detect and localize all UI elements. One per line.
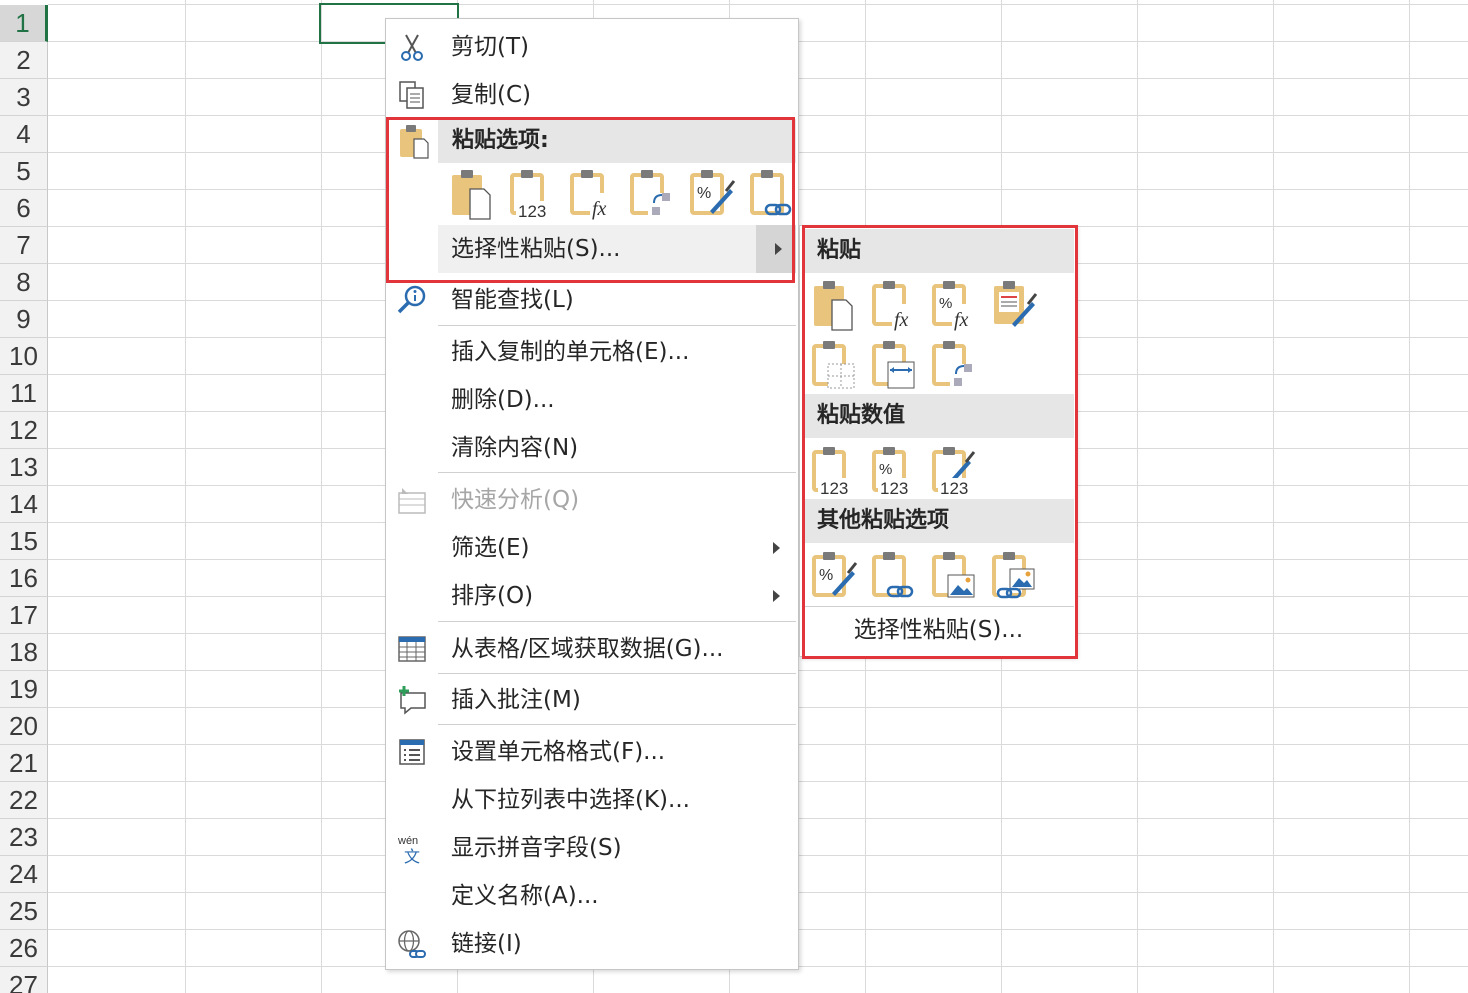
menu-separator (438, 472, 796, 473)
menu-item-pick-from-dropdown[interactable]: 从下拉列表中选择(K)... (386, 776, 798, 824)
menu-item-label: 智能查找(L) (451, 287, 574, 313)
phonetic-wen-text: wén (397, 835, 418, 847)
row-header[interactable]: 26 (0, 930, 48, 967)
menu-item-sort[interactable]: 排序(O) (386, 572, 798, 620)
row-header[interactable]: 4 (0, 116, 48, 153)
row-header[interactable]: 2 (0, 42, 48, 79)
menu-item-filter[interactable]: 筛选(E) (386, 524, 798, 572)
row-header[interactable]: 15 (0, 523, 48, 560)
row-header[interactable]: 27 (0, 967, 48, 993)
column-divider (321, 0, 322, 993)
menu-item-label: 链接(I) (451, 931, 522, 957)
link-globe-icon (396, 928, 428, 960)
menu-item-label: 定义名称(A)... (451, 883, 599, 909)
menu-item-get-data-from-table[interactable]: 从表格/区域获取数据(G)... (386, 625, 798, 673)
menu-item-label: 设置单元格格式(F)... (451, 739, 666, 765)
row-header[interactable]: 17 (0, 597, 48, 634)
quick-analysis-icon (396, 484, 428, 516)
menu-item-label: 清除内容(N) (451, 435, 579, 461)
menu-item-label: 插入复制的单元格(E)... (451, 339, 690, 365)
menu-item-quick-analysis: 快速分析(Q) (386, 476, 798, 524)
row-header[interactable]: 13 (0, 449, 48, 486)
paste-special-submenu: 粘贴 fx % fx 粘贴数值 123 % 123 123 其他粘贴选项 % 选… (799, 225, 1078, 659)
row-header[interactable]: 7 (0, 227, 48, 264)
phonetic-icon: wén 文 (396, 832, 428, 866)
menu-item-format-cells[interactable]: 设置单元格格式(F)... (386, 728, 798, 776)
row-header[interactable]: 1 (0, 5, 48, 42)
row-header[interactable]: 18 (0, 634, 48, 671)
row-header[interactable]: 10 (0, 338, 48, 375)
menu-item-label: 复制(C) (451, 82, 532, 108)
column-divider (185, 0, 186, 993)
row-header[interactable]: 23 (0, 819, 48, 856)
copy-icon (396, 79, 428, 111)
row-header[interactable]: 11 (0, 375, 48, 412)
menu-item-cut[interactable]: 剪切(T) (386, 23, 798, 71)
smart-lookup-icon (396, 284, 428, 316)
row-header[interactable]: 6 (0, 190, 48, 227)
table-icon (396, 633, 428, 665)
column-divider (1137, 0, 1138, 993)
menu-separator (438, 673, 796, 674)
menu-item-label: 显示拼音字段(S) (451, 835, 622, 861)
row-header[interactable]: 20 (0, 708, 48, 745)
menu-item-insert-copied-cells[interactable]: 插入复制的单元格(E)... (386, 328, 798, 376)
submenu-highlight (802, 225, 1078, 659)
row-header[interactable]: 25 (0, 893, 48, 930)
menu-item-insert-comment[interactable]: 插入批注(M) (386, 676, 798, 724)
column-divider (1409, 0, 1410, 993)
row-header[interactable]: 24 (0, 856, 48, 893)
chevron-right-icon (773, 542, 780, 554)
menu-item-label: 删除(D)... (451, 387, 555, 413)
row-header[interactable]: 16 (0, 560, 48, 597)
menu-separator (438, 325, 796, 326)
menu-item-label: 筛选(E) (451, 535, 530, 561)
paste-options-highlight (386, 117, 795, 283)
row-header[interactable]: 21 (0, 745, 48, 782)
menu-item-label: 从下拉列表中选择(K)... (451, 787, 690, 813)
row-header[interactable]: 8 (0, 264, 48, 301)
menu-item-copy[interactable]: 复制(C) (386, 71, 798, 119)
menu-item-link[interactable]: 链接(I) (386, 920, 798, 968)
column-divider (1273, 0, 1274, 993)
menu-item-define-name[interactable]: 定义名称(A)... (386, 872, 798, 920)
context-menu: 剪切(T) 复制(C) 粘贴选项: 123 fx % 选择性粘贴(S)... 智… (385, 18, 799, 970)
row-header[interactable]: 9 (0, 301, 48, 338)
menu-item-label: 快速分析(Q) (451, 487, 580, 513)
row-header[interactable]: 3 (0, 79, 48, 116)
menu-item-label: 从表格/区域获取数据(G)... (451, 636, 724, 662)
row-header[interactable]: 19 (0, 671, 48, 708)
row-divider (48, 4, 1468, 5)
row-header[interactable]: 12 (0, 412, 48, 449)
menu-item-label: 插入批注(M) (451, 687, 581, 713)
menu-item-smart-lookup[interactable]: 智能查找(L) (386, 276, 798, 324)
format-cells-icon (396, 736, 428, 768)
phonetic-wen-char: 文 (404, 847, 420, 864)
menu-item-clear-contents[interactable]: 清除内容(N) (386, 424, 798, 472)
chevron-right-icon (773, 590, 780, 602)
row-header[interactable]: 5 (0, 153, 48, 190)
menu-item-label: 排序(O) (451, 583, 534, 609)
menu-separator (438, 724, 796, 725)
menu-item-label: 剪切(T) (451, 34, 529, 60)
menu-separator (438, 621, 796, 622)
row-header[interactable]: 22 (0, 782, 48, 819)
new-comment-icon (396, 684, 428, 716)
menu-item-delete[interactable]: 删除(D)... (386, 376, 798, 424)
row-header[interactable]: 14 (0, 486, 48, 523)
scissors-icon (396, 31, 428, 63)
menu-item-show-phonetic[interactable]: wén 文 显示拼音字段(S) (386, 824, 798, 872)
